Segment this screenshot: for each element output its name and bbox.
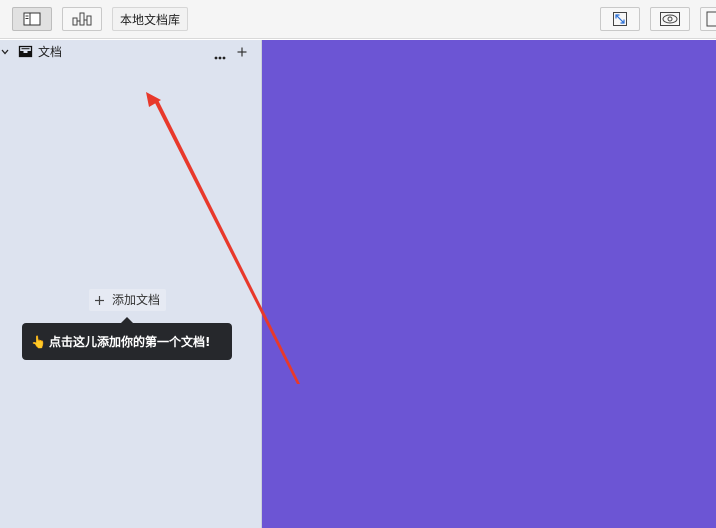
fullscreen-icon xyxy=(613,12,627,26)
extra-toolbar-button[interactable] xyxy=(700,7,716,31)
document-sidebar: 文档 添加文档 👆 点击这儿添加你的第一个文档! xyxy=(0,40,262,528)
preview-button[interactable] xyxy=(650,7,690,31)
sidebar-toggle-icon xyxy=(23,12,41,26)
fullscreen-button[interactable] xyxy=(600,7,640,31)
tree-root-label: 文档 xyxy=(38,45,63,59)
editor-canvas[interactable] xyxy=(262,40,716,528)
graph-view-icon xyxy=(72,12,92,26)
library-button[interactable]: 本地文档库 xyxy=(112,7,188,31)
tree-row-root[interactable]: 文档 xyxy=(0,40,262,64)
top-toolbar: 本地文档库 xyxy=(0,0,716,39)
library-button-label: 本地文档库 xyxy=(119,12,180,27)
document-icon xyxy=(706,11,716,27)
inbox-icon xyxy=(18,45,33,58)
plus-icon xyxy=(95,295,104,305)
add-document-label: 添加文档 xyxy=(112,293,161,307)
plus-icon[interactable] xyxy=(237,46,247,57)
pointing-hand-icon: 👆 xyxy=(31,334,46,349)
tooltip-text: 点击这儿添加你的第一个文档! xyxy=(49,334,211,349)
onboarding-tooltip: 👆 点击这儿添加你的第一个文档! xyxy=(22,323,232,360)
sidebar-toggle-button[interactable] xyxy=(12,7,52,31)
chevron-down-icon[interactable] xyxy=(0,46,10,58)
more-icon[interactable] xyxy=(214,49,226,60)
graph-view-button[interactable] xyxy=(62,7,102,31)
eye-icon xyxy=(660,12,680,26)
add-document-button[interactable]: 添加文档 xyxy=(89,289,167,311)
